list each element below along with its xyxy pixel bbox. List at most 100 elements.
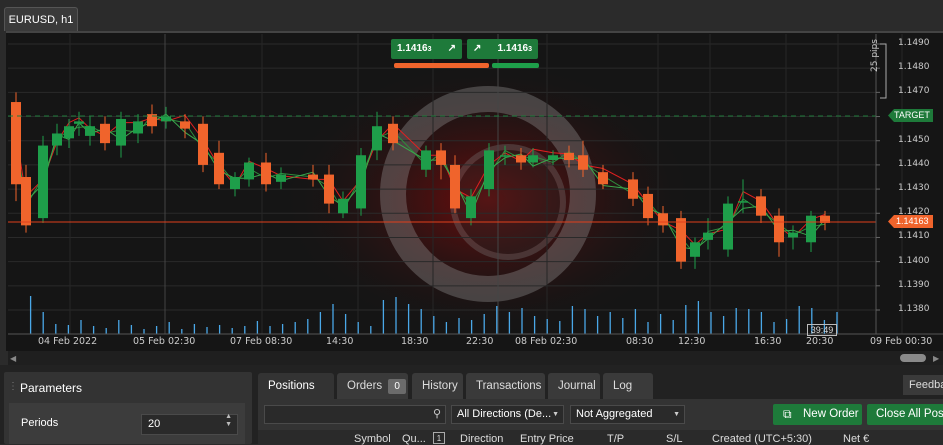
col-net[interactable]: Net € [843, 433, 869, 445]
candle-body [806, 215, 816, 243]
time-axis-label: 22:30 [466, 336, 494, 347]
periods-value: 20 [148, 418, 161, 430]
candle-body [356, 155, 366, 209]
orders-count-badge: 0 [388, 379, 407, 394]
candle-body [548, 155, 558, 161]
tab-history[interactable]: History [412, 373, 463, 399]
price-axis-label: 1.1450 [898, 134, 930, 145]
candle-body [466, 196, 476, 219]
sell-sentiment-bar [394, 63, 489, 68]
candle-body [214, 152, 224, 185]
periods-label: Periods [21, 417, 59, 429]
direction-select[interactable]: All Directions (De... ▼ [451, 405, 564, 424]
tab-transactions[interactable]: Transactions [466, 373, 545, 399]
candle-body [628, 179, 638, 199]
time-axis-label: 18:30 [401, 336, 429, 347]
aggregation-select[interactable]: Not Aggregated ▼ [570, 405, 685, 424]
col-entry-price[interactable]: Entry Price [520, 433, 574, 445]
candle-body [643, 193, 653, 219]
candle-body [11, 102, 21, 185]
aggregation-value: Not Aggregated [576, 408, 653, 420]
col-symbol[interactable]: Symbol [354, 433, 391, 445]
tab-eurusd-h1[interactable]: EURUSD, h1 [4, 7, 78, 31]
col-direction[interactable]: Direction [460, 433, 503, 445]
tab-log[interactable]: Log [603, 373, 653, 399]
candle-body [198, 123, 208, 165]
scroll-left-icon[interactable]: ◀ [10, 354, 16, 363]
price-axis-label: 1.1380 [898, 304, 930, 314]
tab-label: Transactions [476, 380, 542, 392]
candle-body [598, 172, 608, 185]
candle-body [388, 123, 398, 144]
tab-positions[interactable]: Positions0 [258, 373, 334, 420]
parameters-title: Parameters [20, 381, 83, 395]
search-input[interactable]: ⚲ [264, 405, 446, 424]
candle-body [484, 150, 494, 190]
new-order-icon: ⧉ [783, 407, 792, 421]
time-axis-label: 05 Feb 02:30 [133, 336, 196, 347]
buy-price: 1.1416 [497, 43, 529, 54]
price-axis-label: 1.1390 [898, 279, 930, 290]
candle-body [308, 174, 318, 180]
price-axis-label: 1.1410 [898, 231, 930, 242]
chevron-down-icon: ▼ [552, 411, 559, 418]
buy-price-pipette: 3 [528, 46, 532, 53]
stepper-arrows-icon[interactable]: ▲ ▼ [225, 413, 232, 429]
arrow-up-right-icon: ↗ [473, 43, 482, 54]
tab-orders[interactable]: Orders 0 [337, 373, 408, 399]
new-order-label: New Order [803, 408, 859, 420]
candle-body [450, 164, 460, 209]
price-chart[interactable] [8, 34, 943, 351]
price-axis-label: 1.1430 [898, 183, 930, 194]
time-axis-label: 20:30 [806, 336, 834, 347]
candle-body [338, 198, 348, 214]
candle-body [564, 152, 574, 161]
time-axis-label: 14:30 [326, 336, 354, 347]
col-sort-indicator[interactable]: 1 [433, 432, 445, 444]
candle-body [658, 213, 668, 226]
current-price-label: 1.14163 [888, 215, 933, 228]
tab-journal[interactable]: Journal [548, 373, 600, 399]
tab-label: Orders [347, 380, 383, 392]
candle-body [230, 177, 240, 190]
buy-quote-button[interactable]: ↗ 1.14163 [467, 39, 538, 59]
candle-body [703, 232, 713, 240]
drag-handle-icon[interactable]: ⋮ [8, 381, 18, 392]
col-take-profit[interactable]: T/P [607, 433, 624, 445]
candle-body [276, 174, 286, 182]
price-axis-label: 1.1440 [898, 158, 930, 169]
scroll-right-icon[interactable]: ▶ [933, 354, 939, 363]
sell-quote-button[interactable]: 1.14163 ↗ [391, 39, 462, 59]
chart-scrollbar[interactable] [8, 351, 943, 365]
feedback-button[interactable]: Feedback [903, 375, 943, 395]
candle-body [788, 232, 798, 238]
tab-label: Journal [558, 380, 596, 392]
col-quantity[interactable]: Qu... [402, 433, 426, 445]
periods-input[interactable]: 20 ▲ ▼ [141, 413, 238, 435]
buy-sentiment-bar [492, 63, 539, 68]
chart-scrollbar-thumb[interactable] [900, 354, 926, 362]
close-all-positions-button[interactable]: Close All Positions [867, 404, 943, 425]
arrow-up-right-icon: ↗ [447, 43, 456, 54]
candle-body [244, 162, 254, 180]
candle-body [723, 203, 733, 250]
direction-value: All Directions (De... [457, 408, 552, 420]
candle-body [261, 162, 271, 185]
candle-body [133, 121, 143, 134]
new-order-button[interactable]: ⧉ New Order [773, 404, 862, 425]
target-price-label: TARGET [888, 109, 933, 122]
price-axis-label: 1.1470 [898, 86, 930, 97]
col-created[interactable]: Created (UTC+5:30) [712, 433, 812, 445]
time-axis-label: 04 Feb 2022 [38, 336, 98, 347]
candle-body [100, 123, 110, 144]
candle-body [324, 174, 334, 204]
col-stop-loss[interactable]: S/L [666, 433, 683, 445]
time-axis-label: 08:30 [626, 336, 654, 347]
candle-body [578, 155, 588, 170]
tab-label: History [422, 380, 458, 392]
time-axis-label: 07 Feb 08:30 [230, 336, 293, 347]
search-icon[interactable]: ⚲ [433, 407, 441, 420]
candle-body [756, 196, 766, 216]
candle-body [180, 121, 190, 129]
candle-body [500, 155, 510, 157]
